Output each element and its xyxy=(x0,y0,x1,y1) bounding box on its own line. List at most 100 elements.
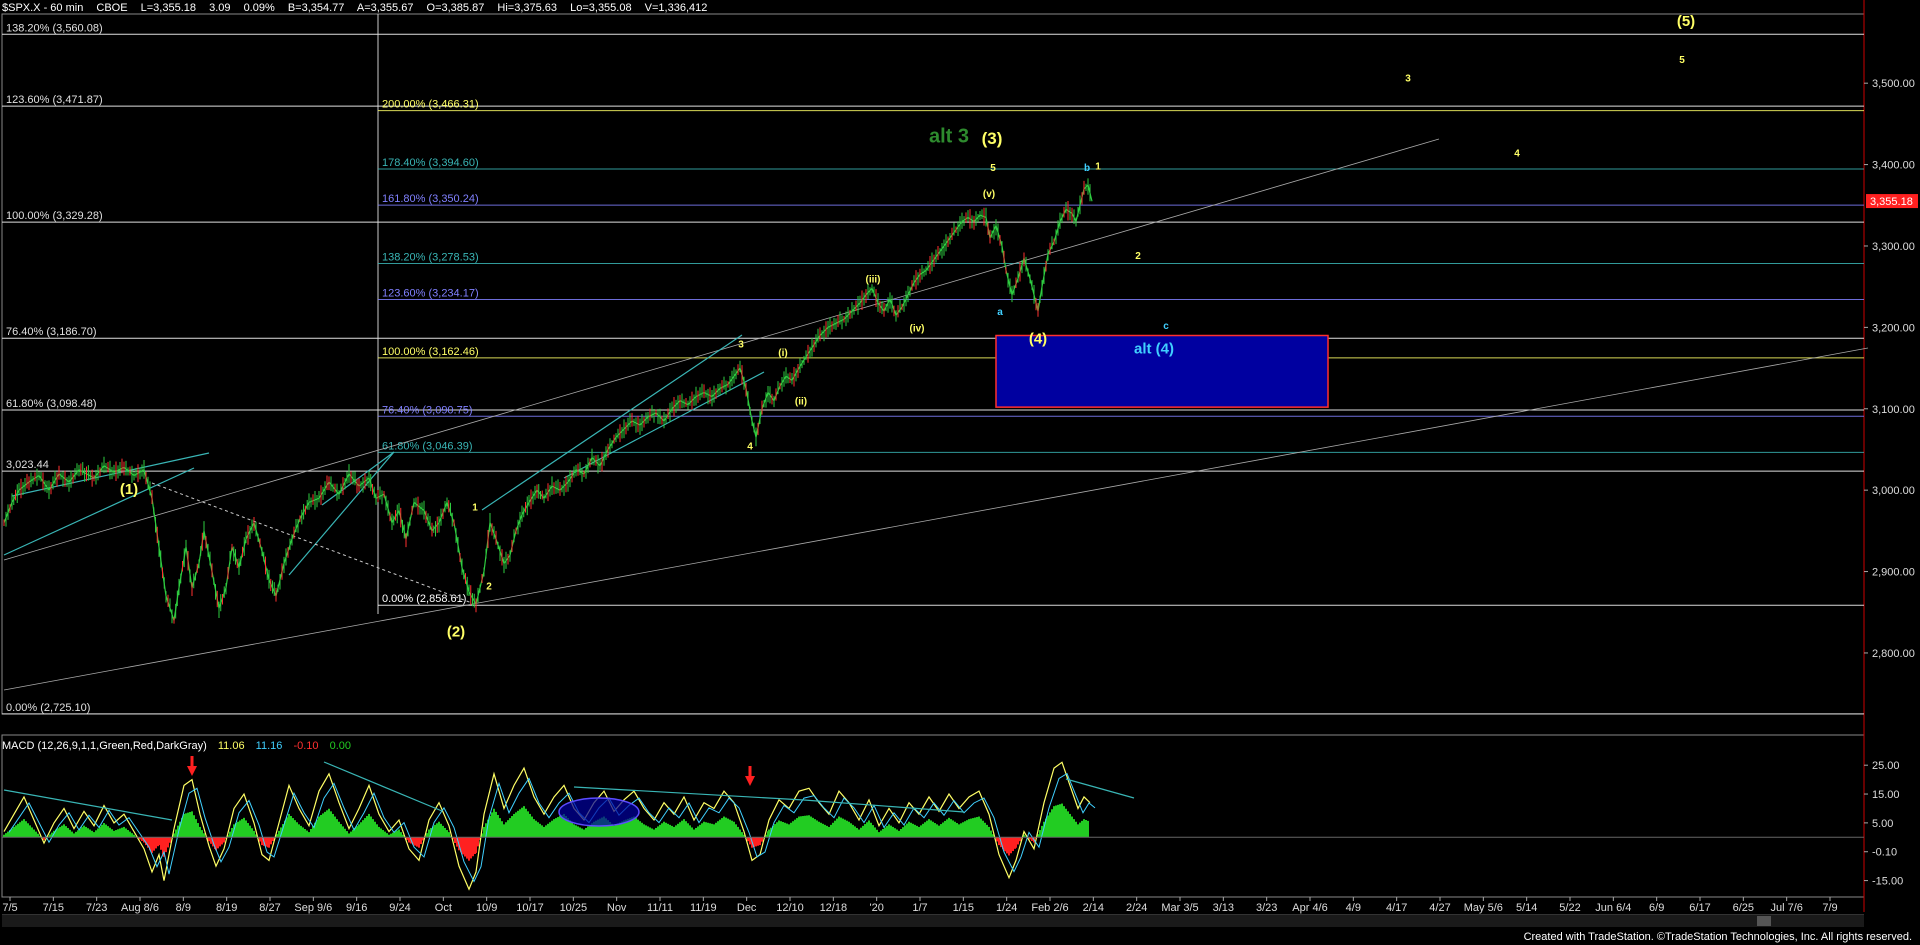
wave-label: (v) xyxy=(983,189,995,200)
divergence-line xyxy=(803,799,965,813)
time-tick-label: Mar 3/5 xyxy=(1161,902,1198,914)
wave-label: 1 xyxy=(1095,161,1101,172)
divergence-line xyxy=(3,789,173,821)
wave3-channel-upper xyxy=(481,334,743,511)
wave-label: a xyxy=(997,307,1003,318)
time-tick-label: 10/17 xyxy=(516,902,544,914)
red-arrow-icon xyxy=(745,776,755,786)
macd-tick-label: 5.00 xyxy=(1872,818,1893,830)
fib-label-left: 3,023.44 xyxy=(6,459,49,471)
wave-label: (i) xyxy=(778,348,787,359)
time-tick-label: 7/5 xyxy=(2,902,17,914)
macd-value-4: 0.00 xyxy=(329,740,351,752)
divergence-ellipse xyxy=(558,797,640,827)
fib-label-right: 76.40% (3,090.75) xyxy=(382,404,473,416)
macd-value-2: 11.16 xyxy=(255,740,283,752)
time-tick-label: 1/24 xyxy=(996,902,1017,914)
copyright-footer: Created with TradeStation. ©TradeStation… xyxy=(1523,931,1912,943)
wave-label: alt (4) xyxy=(1134,340,1174,357)
time-tick-label: 8/19 xyxy=(216,902,237,914)
time-tick-label: Feb 2/6 xyxy=(1031,902,1068,914)
wave-label: 4 xyxy=(1514,148,1520,159)
time-tick-label: 7/15 xyxy=(43,902,64,914)
fib-label-right: 0.00% (2,858.61) xyxy=(382,593,466,605)
fib-label-left: 123.60% (3,471.87) xyxy=(6,94,103,106)
time-tick-label: 12/10 xyxy=(776,902,804,914)
scrollbar-thumb[interactable] xyxy=(1757,916,1771,926)
time-tick-label: Jul 7/6 xyxy=(1770,902,1802,914)
wave-label: (iii) xyxy=(866,275,881,286)
time-tick-label: 7/9 xyxy=(1822,902,1837,914)
price-tick-label: 3,000.00 xyxy=(1872,485,1915,497)
time-tick-label: 5/22 xyxy=(1559,902,1580,914)
time-tick-label: Dec xyxy=(737,902,757,914)
time-tick-label: May 5/6 xyxy=(1464,902,1503,914)
wave-label: 5 xyxy=(990,163,996,174)
time-tick-label: Aug 8/6 xyxy=(121,902,159,914)
last-price-label: 3,355.18 xyxy=(1870,196,1913,208)
wave-label: (3) xyxy=(982,129,1003,148)
fib-label-left: 76.40% (3,186.70) xyxy=(6,326,97,338)
time-tick-label: 4/9 xyxy=(1346,902,1361,914)
wave-label: (5) xyxy=(1677,13,1695,30)
time-tick-label: 6/25 xyxy=(1733,902,1754,914)
time-tick-label: 6/9 xyxy=(1649,902,1664,914)
time-tick-label: 9/16 xyxy=(346,902,367,914)
long-channel-lower xyxy=(3,347,1869,691)
macd-tick-label: 15.00 xyxy=(1872,789,1900,801)
fib-label-left: 100.00% (3,329.28) xyxy=(6,210,103,222)
price-tick-label: 3,500.00 xyxy=(1872,78,1915,90)
time-tick-label: 4/27 xyxy=(1429,902,1450,914)
time-tick-label: 1/7 xyxy=(912,902,927,914)
price-pane-frame xyxy=(1,13,1865,715)
time-tick-label: 8/9 xyxy=(176,902,191,914)
divergence-line xyxy=(323,761,443,812)
macd-header: MACD (12,26,9,1,1,Green,Red,DarkGray) 11… xyxy=(2,740,359,752)
macd-value-3: -0.10 xyxy=(293,740,319,752)
time-tick-label: Oct xyxy=(435,902,452,914)
time-tick-label: 1/15 xyxy=(953,902,974,914)
wave-label: 2 xyxy=(486,581,492,592)
macd-name[interactable]: MACD (12,26,9,1,1,Green,Red,DarkGray) xyxy=(2,740,207,752)
time-tick-label: 11/19 xyxy=(690,902,717,914)
wave-label: b xyxy=(1084,163,1090,174)
wave-label: (ii) xyxy=(795,397,807,408)
time-tick-label: 8/27 xyxy=(259,902,280,914)
fib-label-left: 61.80% (3,098.48) xyxy=(6,398,97,410)
wave-label: 2 xyxy=(1135,251,1141,262)
time-tick-label: 10/25 xyxy=(560,902,588,914)
wave-label: 4 xyxy=(747,441,753,452)
wave-label: alt 3 xyxy=(929,126,969,148)
price-tick-label: 3,100.00 xyxy=(1872,404,1915,416)
time-tick-label: 7/23 xyxy=(86,902,107,914)
price-tick-label: 2,800.00 xyxy=(1872,648,1915,660)
time-tick-label: Nov xyxy=(607,902,627,914)
fib-label-right: 178.40% (3,394.60) xyxy=(382,157,479,169)
wave2-channel-b xyxy=(321,451,395,506)
wave-label: 1 xyxy=(472,503,478,514)
fib-label-left: 138.20% (3,560.08) xyxy=(6,22,103,34)
wave-label: (iv) xyxy=(910,323,925,334)
wave-label: c xyxy=(1163,321,1169,332)
price-chart[interactable]: 138.20% (3,560.08) 123.60% (3,471.87) 100.… xyxy=(0,0,1920,945)
price-tick-label: 3,200.00 xyxy=(1872,322,1915,334)
price-tick-label: 2,900.00 xyxy=(1872,567,1915,579)
wave-label: 5 xyxy=(1679,55,1685,66)
time-scrollbar[interactable] xyxy=(2,914,1864,927)
macd-value-1: 11.06 xyxy=(217,740,245,752)
time-tick-label: 10/9 xyxy=(476,902,497,914)
time-tick-label: 2/24 xyxy=(1126,902,1147,914)
price-tick-label: 3,300.00 xyxy=(1872,241,1915,253)
time-tick-label: 3/13 xyxy=(1213,902,1234,914)
fib-label-left: 0.00% (2,725.10) xyxy=(6,702,90,714)
wave-label: 3 xyxy=(738,340,744,351)
time-tick-label: 2/14 xyxy=(1083,902,1104,914)
wave-label: 3 xyxy=(1405,74,1411,85)
time-tick-label: Sep 9/6 xyxy=(294,902,332,914)
time-tick-label: '20 xyxy=(869,902,883,914)
wave-label: (4) xyxy=(1029,331,1047,348)
fib-label-right: 100.00% (3,162.46) xyxy=(382,346,479,358)
fib-label-right: 161.80% (3,350.24) xyxy=(382,193,479,205)
macd-tick-label: -15.00 xyxy=(1872,876,1903,888)
price-tick-label: 3,400.00 xyxy=(1872,160,1915,172)
